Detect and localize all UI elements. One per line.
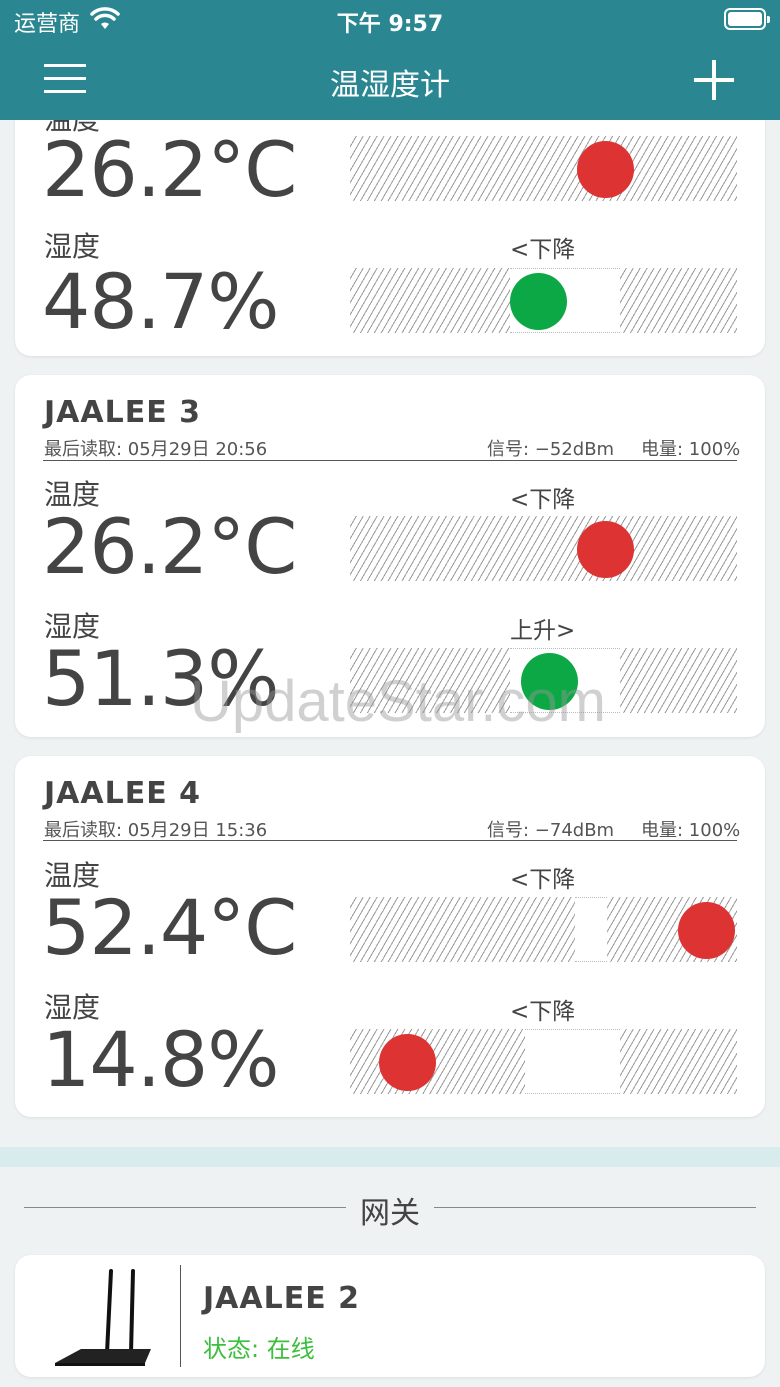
temperature-trend: <下降 (510, 487, 576, 513)
gateway-card[interactable]: JAALEE 2 状态: 在线 (15, 1255, 765, 1377)
signal-strength: 信号: −52dBm (487, 439, 615, 460)
humidity-gauge (350, 648, 737, 713)
router-icon (55, 1269, 151, 1366)
humidity-value: 14.8% (42, 1015, 279, 1104)
temperature-gauge (350, 516, 737, 581)
temperature-gauge (350, 136, 737, 201)
temperature-trend: <下降 (510, 867, 576, 893)
humidity-value: 48.7% (42, 257, 279, 346)
battery-icon (724, 8, 770, 30)
temperature-value: 52.4°C (42, 883, 297, 972)
status-bar: 运营商 下午 9:57 (0, 0, 780, 42)
temperature-gauge (350, 897, 737, 962)
temperature-indicator-dot (577, 141, 635, 198)
temperature-value: 26.2°C (42, 502, 297, 591)
humidity-indicator-dot (520, 653, 578, 710)
humidity-trend: <下降 (510, 999, 576, 1025)
clock: 下午 9:57 (336, 12, 444, 37)
humidity-value: 51.3% (42, 634, 279, 723)
humidity-indicator-dot (379, 1034, 437, 1091)
gateway-status: 状态: 在线 (203, 1335, 315, 1363)
divider (43, 460, 737, 461)
device-name: JAALEE 4 (44, 776, 202, 811)
gateway-section-title: 网关 (360, 1196, 420, 1231)
battery-level: 电量: 100% (641, 439, 741, 460)
temperature-indicator-dot (678, 902, 736, 959)
add-icon[interactable] (694, 60, 734, 100)
humidity-trend: <下降 (510, 237, 576, 263)
section-band (0, 1147, 780, 1167)
divider (43, 840, 737, 841)
device-name: JAALEE 3 (44, 395, 202, 430)
temperature-value: 26.2°C (42, 125, 297, 214)
device-card[interactable]: JAALEE 3 最后读取: 05月29日 20:56 信号: −52dBm 电… (15, 375, 765, 737)
humidity-gauge (350, 1029, 737, 1094)
divider (434, 1207, 756, 1208)
divider (180, 1265, 181, 1367)
last-read-time: 最后读取: 05月29日 15:36 (44, 820, 268, 841)
device-card[interactable]: JAALEE 4 最后读取: 05月29日 15:36 信号: −74dBm 电… (15, 756, 765, 1117)
page-title: 温湿度计 (330, 68, 450, 103)
battery-level: 电量: 100% (641, 820, 741, 841)
gateway-name: JAALEE 2 (203, 1281, 361, 1316)
humidity-gauge (350, 268, 737, 333)
signal-strength: 信号: −74dBm (487, 820, 615, 841)
temperature-indicator-dot (577, 521, 635, 578)
last-read-time: 最后读取: 05月29日 20:56 (44, 439, 268, 460)
humidity-trend: 上升> (510, 618, 576, 644)
app-header: 运营商 下午 9:57 温湿度计 (0, 0, 780, 120)
